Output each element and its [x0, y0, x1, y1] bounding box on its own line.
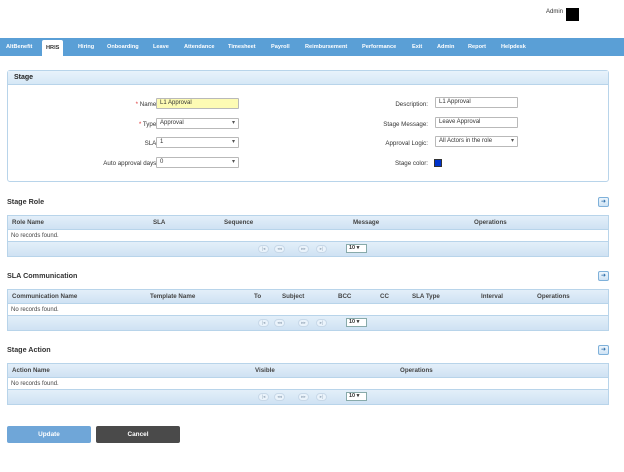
add-sla-communication-button[interactable]: ➜ — [598, 271, 609, 281]
sla-communication-table: Communication Name Template Name To Subj… — [7, 289, 609, 331]
stage-panel: Stage * Name: L1 Approval * Type: Approv… — [7, 70, 609, 182]
stage-message-field[interactable]: Leave Approval — [435, 117, 518, 128]
last-page-button[interactable]: ▸| — [316, 319, 327, 327]
prev-page-button[interactable]: ◂◂ — [274, 245, 285, 253]
column-header[interactable]: Interval — [481, 293, 503, 300]
table-header: Communication Name Template Name To Subj… — [8, 290, 608, 304]
next-page-button[interactable]: ▸▸ — [298, 393, 309, 401]
cancel-button[interactable]: Cancel — [96, 426, 180, 443]
nav-item-hris[interactable]: HRIS — [42, 40, 64, 56]
page-size-select[interactable]: 10 ▾ — [346, 244, 367, 253]
column-header[interactable]: CC — [380, 293, 389, 300]
add-icon: ➜ — [600, 347, 607, 353]
column-header[interactable]: BCC — [338, 293, 351, 300]
description-field[interactable]: L1 Approval — [435, 97, 518, 108]
column-header[interactable]: Message — [353, 219, 379, 226]
add-stage-action-button[interactable]: ➜ — [598, 345, 609, 355]
column-header[interactable]: Operations — [400, 367, 433, 374]
paginator: |◂ ◂◂ ▸▸ ▸| 10 ▾ — [8, 316, 608, 330]
top-header: Admin — [0, 0, 624, 38]
nav-item-helpdesk[interactable]: Helpdesk — [501, 38, 526, 56]
table-header: Action Name Visible Operations — [8, 364, 608, 378]
approval-logic-label: Approval Logic: — [385, 140, 428, 147]
stage-action-title: Stage Action — [7, 345, 51, 354]
column-header[interactable]: Subject — [282, 293, 304, 300]
avatar[interactable] — [566, 8, 579, 21]
stage-role-title: Stage Role — [7, 197, 45, 206]
column-header[interactable]: Role Name — [12, 219, 44, 226]
nav-item-performance[interactable]: Performance — [362, 38, 396, 56]
add-stage-role-button[interactable]: ➜ — [598, 197, 609, 207]
sla-label: SLA: — [144, 140, 158, 147]
last-page-button[interactable]: ▸| — [316, 245, 327, 253]
paginator: |◂ ◂◂ ▸▸ ▸| 10 ▾ — [8, 390, 608, 404]
type-label: * Type: — [138, 121, 158, 128]
nav-item-attendance[interactable]: Attendance — [184, 38, 214, 56]
add-icon: ➜ — [600, 199, 607, 205]
first-page-button[interactable]: |◂ — [258, 245, 269, 253]
description-label: Description: — [395, 101, 428, 108]
nav-item-report[interactable]: Report — [468, 38, 486, 56]
column-header[interactable]: Operations — [537, 293, 570, 300]
paginator: |◂ ◂◂ ▸▸ ▸| 10 ▾ — [8, 242, 608, 256]
sla-communication-title: SLA Communication — [7, 271, 78, 280]
main-nav: AltBenefit HRIS Hiring Onboarding Leave … — [0, 38, 624, 56]
last-page-button[interactable]: ▸| — [316, 393, 327, 401]
sla-select[interactable]: 1 — [156, 137, 239, 148]
add-icon: ➜ — [600, 273, 607, 279]
nav-item-leave[interactable]: Leave — [153, 38, 169, 56]
first-page-button[interactable]: |◂ — [258, 319, 269, 327]
table-header: Role Name SLA Sequence Message Operation… — [8, 216, 608, 230]
stage-color-swatch[interactable] — [434, 159, 442, 167]
column-header[interactable]: Template Name — [150, 293, 195, 300]
empty-message: No records found. — [8, 304, 608, 316]
prev-page-button[interactable]: ◂◂ — [274, 393, 285, 401]
type-select[interactable]: Approval — [156, 118, 239, 129]
stage-action-table: Action Name Visible Operations No record… — [7, 363, 609, 405]
column-header[interactable]: Communication Name — [12, 293, 77, 300]
next-page-button[interactable]: ▸▸ — [298, 245, 309, 253]
column-header[interactable]: To — [254, 293, 261, 300]
column-header[interactable]: Action Name — [12, 367, 50, 374]
nav-item-onboarding[interactable]: Onboarding — [107, 38, 139, 56]
admin-label[interactable]: Admin — [546, 9, 563, 15]
nav-item-timesheet[interactable]: Timesheet — [228, 38, 256, 56]
name-field[interactable]: L1 Approval — [156, 98, 239, 109]
update-button[interactable]: Update — [7, 426, 91, 443]
auto-approval-label: Auto approval days: — [103, 160, 158, 167]
name-label: * Name: — [135, 101, 158, 108]
stage-message-label: Stage Message: — [383, 121, 428, 128]
column-header[interactable]: SLA — [153, 219, 165, 226]
prev-page-button[interactable]: ◂◂ — [274, 319, 285, 327]
column-header[interactable]: Visible — [255, 367, 275, 374]
page-size-select[interactable]: 10 ▾ — [346, 392, 367, 401]
nav-item-reimbursement[interactable]: Reimbursement — [305, 38, 347, 56]
nav-item-hiring[interactable]: Hiring — [78, 38, 94, 56]
column-header[interactable]: SLA Type — [412, 293, 440, 300]
nav-item-altbenefit[interactable]: AltBenefit — [6, 38, 32, 56]
column-header[interactable]: Operations — [474, 219, 507, 226]
next-page-button[interactable]: ▸▸ — [298, 319, 309, 327]
stage-role-table: Role Name SLA Sequence Message Operation… — [7, 215, 609, 257]
stage-panel-title: Stage — [8, 71, 608, 85]
nav-item-exit[interactable]: Exit — [412, 38, 422, 56]
empty-message: No records found. — [8, 230, 608, 242]
auto-approval-select[interactable]: 0 — [156, 157, 239, 168]
first-page-button[interactable]: |◂ — [258, 393, 269, 401]
stage-color-label: Stage color: — [394, 160, 428, 167]
nav-item-payroll[interactable]: Payroll — [271, 38, 290, 56]
approval-logic-select[interactable]: All Actors in the role — [435, 136, 518, 147]
column-header[interactable]: Sequence — [224, 219, 253, 226]
nav-item-admin[interactable]: Admin — [437, 38, 454, 56]
empty-message: No records found. — [8, 378, 608, 390]
page-size-select[interactable]: 10 ▾ — [346, 318, 367, 327]
